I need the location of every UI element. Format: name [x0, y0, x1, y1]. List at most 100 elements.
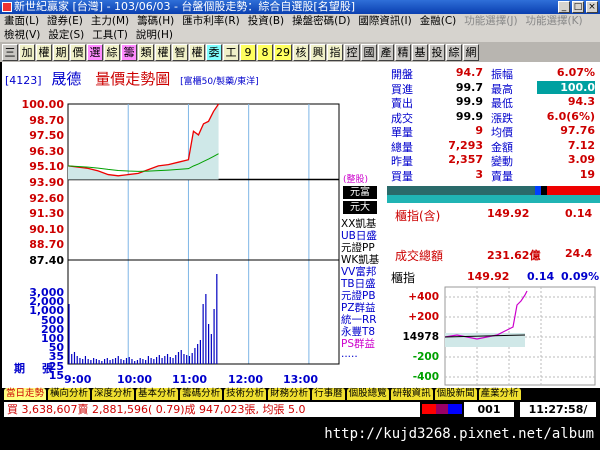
price-tick: 87.40	[29, 254, 64, 267]
quote-row: 開盤 94.7 振幅 6.07%	[387, 66, 600, 81]
broker-header-2[interactable]: 元大	[343, 201, 377, 214]
quote-row: 單量 9 均價 97.76	[387, 124, 600, 139]
toolbar-button-8[interactable]: 類	[138, 43, 154, 61]
toolbar-button-27[interactable]: 網	[463, 43, 479, 61]
quote-row: 總量 7,293 金額 7.12	[387, 139, 600, 154]
tab-0[interactable]: 當日走勢	[4, 388, 47, 400]
menu2-item-1[interactable]: 設定(S)	[44, 28, 88, 42]
toolbar-button-16[interactable]: 29	[274, 43, 292, 61]
otc-index-value: 149.92	[487, 207, 530, 220]
quote-value: 94.3	[567, 95, 595, 108]
toolbar-button-23[interactable]: 精	[395, 43, 411, 61]
tab-9[interactable]: 研報資訊	[390, 388, 433, 400]
tab-5[interactable]: 技術分析	[224, 388, 267, 400]
volume-unit-left: 期	[14, 362, 25, 375]
otc-index-chart[interactable]: 櫃指 149.92 0.14 0.09% +400 +200 14978 -200 -4…	[387, 265, 600, 388]
function-tabs: 當日走勢 橫向分析 深度分析 基本分析 籌碼分析 技術分析 財務分析 行事曆 個股總覽 研報資訊個…	[0, 388, 600, 400]
otc-value: 149.92	[467, 270, 510, 283]
odd-lot-label: (整股)	[343, 175, 369, 185]
menu-item-9[interactable]: 功能選擇(J)	[460, 14, 521, 28]
tab-2[interactable]: 深度分析	[92, 388, 135, 400]
minimize-button[interactable]: _	[558, 1, 570, 13]
otc-title: 櫃指	[391, 271, 416, 285]
otc-index-summary: 櫃指(含) 149.92 0.14 成交總額 231.62億 24.4	[387, 203, 600, 265]
toolbar-button-5[interactable]: 選	[87, 43, 103, 61]
toolbar-button-1[interactable]: 加	[19, 43, 35, 61]
stock-name: 晟德	[51, 70, 82, 88]
price-tick: 88.70	[29, 238, 64, 252]
tab-7[interactable]: 行事曆	[312, 388, 345, 400]
tab-3[interactable]: 基本分析	[136, 388, 179, 400]
menu-item-8[interactable]: 金融(C)	[416, 14, 461, 28]
toolbar-button-26[interactable]: 綜	[446, 43, 462, 61]
menu-item-2[interactable]: 主力(M)	[87, 14, 133, 28]
toolbar-button-7[interactable]: 籌	[121, 43, 137, 61]
toolbar-button-15[interactable]: 8	[257, 43, 273, 61]
turnover-change: 24.4	[565, 247, 593, 260]
tab-6[interactable]: 財務分析	[268, 388, 311, 400]
toolbar-button-9[interactable]: 權	[155, 43, 171, 61]
otc-percent: 0.09%	[561, 270, 600, 283]
toolbar-button-4[interactable]: 價	[70, 43, 86, 61]
maximize-button[interactable]: □	[572, 1, 584, 13]
toolbar-button-19[interactable]: 指	[327, 43, 343, 61]
menu2-item-0[interactable]: 檢視(V)	[0, 28, 44, 42]
menu-item-10[interactable]: 功能選擇(K)	[522, 14, 587, 28]
quote-row: 買進 99.7 最高 100.0	[387, 80, 600, 96]
tab-11[interactable]: 產業分析	[478, 388, 521, 400]
quote-value: 99.9	[455, 95, 483, 108]
menu2-item-2[interactable]: 工具(T)	[88, 28, 132, 42]
stock-category: [富櫃50/製藥/東洋]	[180, 77, 259, 87]
toolbar-button-20[interactable]: 控	[344, 43, 360, 61]
toolbar-button-2[interactable]: 權	[36, 43, 52, 61]
otc-change: 0.14	[527, 270, 555, 283]
chart-title: 量價走勢圖	[95, 70, 171, 88]
tab-4[interactable]: 籌碼分析	[180, 388, 223, 400]
otc-tick: -400	[412, 371, 439, 383]
menu2-item-3[interactable]: 說明(H)	[132, 28, 177, 42]
toolbar-button-6[interactable]: 綜	[104, 43, 120, 61]
toolbar-button-11[interactable]: 權	[189, 43, 205, 61]
toolbar-button-24[interactable]: 基	[412, 43, 428, 61]
toolbar-button-18[interactable]: 興	[310, 43, 326, 61]
tab-10[interactable]: 個股新聞	[434, 388, 477, 400]
chart-header: [4123] 晟德 量價走勢圖 [富櫃50/製藥/東洋]	[5, 68, 259, 89]
menu-item-3[interactable]: 籌碼(H)	[133, 14, 178, 28]
price-tick: 100.00	[21, 98, 64, 111]
otc-chart-canvas	[444, 286, 596, 386]
quote-value: 99.9	[455, 109, 483, 123]
toolbar-button-10[interactable]: 智	[172, 43, 188, 61]
toolbar-button-13[interactable]: 工	[223, 43, 239, 61]
price-volume-chart[interactable]: [4123] 晟德 量價走勢圖 [富櫃50/製藥/東洋] 100.00 98.70…	[2, 62, 387, 388]
toolbar-button-17[interactable]: 核	[293, 43, 309, 61]
close-button[interactable]: ×	[586, 1, 598, 13]
toolbar-button-12[interactable]: 委	[206, 43, 222, 61]
menu-item-7[interactable]: 國際資訊(I)	[354, 14, 415, 28]
toolbar: 三加權期價選綜籌類權智權委工 9 8 29 核興指控國產精基投綜網	[0, 42, 600, 62]
otc-tick: +400	[408, 291, 439, 303]
tab-8[interactable]: 個股總覽	[346, 388, 389, 400]
broker-header-1[interactable]: 元富	[343, 186, 377, 199]
menu-item-5[interactable]: 投資(B)	[244, 14, 288, 28]
stock-code: [4123]	[5, 74, 42, 87]
turnover-label: 成交總額	[395, 249, 444, 263]
toolbar-button-25[interactable]: 投	[429, 43, 445, 61]
volume-tick: 15	[48, 368, 64, 382]
app-window: 新世紀贏家 [台灣] - 103/06/03 - 台盤個股走勢：綜合自選股[名望…	[0, 0, 600, 450]
toolbar-button-14[interactable]: 9	[240, 43, 256, 61]
toolbar-button-0[interactable]: 三	[2, 43, 18, 61]
menu-item-4[interactable]: 匯市利率(R)	[178, 14, 244, 28]
menu-item-0[interactable]: 畫面(L)	[0, 14, 43, 28]
quote-row: 成交 99.9 漲跌 6.0(6%)	[387, 110, 600, 125]
signal-lights	[422, 404, 462, 414]
toolbar-button-22[interactable]: 產	[378, 43, 394, 61]
quote-value: 2,357	[448, 153, 483, 166]
menu-item-6[interactable]: 操盤密碼(D)	[288, 14, 354, 28]
tab-1[interactable]: 橫向分析	[48, 388, 91, 400]
app-icon	[2, 2, 12, 12]
broker-item[interactable]: .....	[341, 348, 358, 360]
menu-item-1[interactable]: 證券(E)	[43, 14, 87, 28]
toolbar-button-3[interactable]: 期	[53, 43, 69, 61]
toolbar-button-21[interactable]: 國	[361, 43, 377, 61]
price-tick: 97.50	[29, 129, 64, 143]
